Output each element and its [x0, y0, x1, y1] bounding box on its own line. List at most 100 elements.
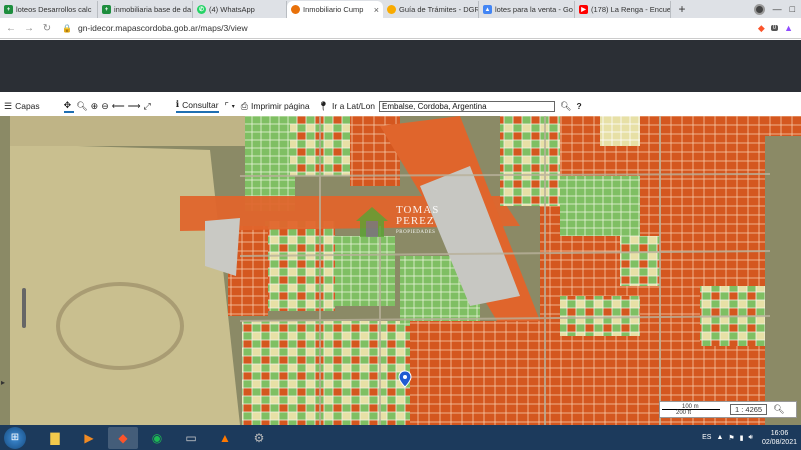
- scanner-icon[interactable]: ▭: [176, 427, 206, 449]
- site-icon: [291, 5, 300, 14]
- tab-title: Guía de Trámites - DGR: [399, 5, 479, 14]
- tab-inmobiliaria[interactable]: + inmobiliaria base de da: [98, 1, 193, 18]
- zoom-slider[interactable]: [22, 288, 26, 328]
- capas-button[interactable]: ☰ Capas: [4, 101, 40, 112]
- next-extent-tool[interactable]: ⟶: [128, 101, 144, 112]
- file-explorer-icon[interactable]: ▇: [40, 427, 70, 449]
- expand-icon: ⤢: [143, 100, 151, 111]
- system-tray: ES ▲ ⚑ ▮ 🔊︎ 16:06 02/08/2021: [702, 425, 797, 450]
- print-icon: ⎙: [240, 100, 248, 111]
- new-tab-button[interactable]: +: [675, 2, 689, 16]
- move-icon: ✥: [63, 99, 72, 110]
- panel-expand-icon[interactable]: ▸: [1, 378, 5, 387]
- extensions: ◆ 0 ▲: [758, 23, 793, 34]
- tray-arrow-icon[interactable]: ▲: [716, 434, 723, 441]
- volume-icon[interactable]: 🔊︎: [749, 434, 753, 442]
- tab-inmobiliario[interactable]: Inmobiliario Cump ×: [287, 1, 383, 18]
- chevron-down-icon: ▾: [231, 103, 235, 110]
- windows-taskbar: ⊞ ▇ ▶ ◆ ◉ ▭ ▲ ⚙ ES ▲ ⚑ ▮ 🔊︎ 16:06 02/08/…: [0, 425, 801, 450]
- rewards-icon[interactable]: ▲: [784, 23, 793, 33]
- youtube-icon: ▶: [579, 5, 588, 14]
- settings-icon[interactable]: ⚙: [244, 427, 274, 449]
- window-controls: — □: [753, 0, 801, 18]
- zoom-in-icon: ⊕: [90, 100, 99, 111]
- maximize-icon[interactable]: □: [790, 4, 795, 14]
- address-bar-row: ← → ↻ 🔒 gn-idecor.mapascordoba.gob.ar/ma…: [0, 18, 801, 39]
- close-tab-icon[interactable]: ×: [371, 5, 379, 15]
- tab-loteos[interactable]: + loteos Desarrollos calc: [0, 1, 98, 18]
- info-icon: ℹ: [175, 99, 180, 109]
- extension-badge: 0: [770, 25, 779, 31]
- zoom-tool[interactable]: 🔍︎: [76, 101, 90, 112]
- tab-title: lotes para la venta - Go: [495, 5, 573, 14]
- url-text: gn-idecor.mapascordoba.gob.ar/maps/3/vie…: [77, 23, 248, 33]
- house-logo-icon: [356, 207, 388, 237]
- url-field[interactable]: 🔒 gn-idecor.mapascordoba.gob.ar/maps/3/v…: [62, 21, 758, 36]
- forward-icon[interactable]: →: [22, 23, 36, 34]
- capas-label: Capas: [15, 101, 40, 111]
- avast-icon[interactable]: ▲: [210, 427, 240, 449]
- scale-bar: 100 m 200 ft: [662, 404, 722, 416]
- latlon-label: Ir a Lat/Lon: [332, 101, 376, 111]
- site-icon: [387, 5, 396, 14]
- tab-guia-tramites[interactable]: Guía de Trámites - DGR: [383, 1, 479, 18]
- help-button[interactable]: ?: [576, 101, 581, 111]
- latlon-button[interactable]: 📍︎ Ir a Lat/Lon: [318, 101, 375, 112]
- previous-extent-tool[interactable]: ⟵: [112, 101, 128, 112]
- map-imagery: [0, 116, 801, 425]
- tab-lotes-venta[interactable]: ▲ lotes para la venta - Go: [479, 1, 575, 18]
- zoom-out-tool[interactable]: ⊖: [101, 101, 112, 112]
- browser-tab-bar: + loteos Desarrollos calc + inmobiliaria…: [0, 0, 801, 18]
- profile-icon[interactable]: [753, 3, 765, 15]
- search-icon[interactable]: 🔍︎: [773, 404, 784, 415]
- pan-tool[interactable]: ✥: [63, 99, 75, 113]
- location-pin-icon: 📍︎: [317, 100, 330, 111]
- tab-title: (4) WhatsApp: [209, 5, 255, 14]
- clock[interactable]: 16:06 02/08/2021: [762, 429, 797, 447]
- search-icon: 🔍︎: [560, 100, 572, 111]
- brave-shield-icon[interactable]: ◆: [758, 23, 765, 34]
- scale-widget: 100 m 200 ft 1 : 4265 🔍︎: [659, 401, 797, 418]
- brave-browser-icon[interactable]: ◆: [108, 426, 138, 449]
- watermark-line2: PEREZ: [396, 214, 435, 227]
- location-search-input[interactable]: Embalse, Cordoba, Argentina: [379, 100, 556, 112]
- search-button[interactable]: 🔍︎: [560, 101, 574, 112]
- scale-ratio-input[interactable]: 1 : 4265: [730, 404, 768, 415]
- start-button[interactable]: ⊞: [4, 426, 26, 449]
- tab-title: Inmobiliario Cump: [303, 5, 364, 14]
- watermark-line1: TOMAS: [396, 203, 440, 216]
- print-label: Imprimir página: [251, 101, 310, 111]
- map-canvas[interactable]: ▸ TOMAS PEREZ PROPIEDADES: [0, 116, 801, 425]
- select-region-icon: ⌜: [224, 100, 229, 111]
- sheets-icon: +: [4, 5, 13, 14]
- network-icon[interactable]: ▮: [740, 434, 744, 442]
- map-toolbar: ☰ Capas ✥ 🔍︎ ⊕ ⊖ ⟵ ⟶ ⤢ ℹ Consultar ⌜ ▾ ⎙…: [0, 96, 801, 116]
- zoom-in-tool[interactable]: ⊕: [91, 101, 102, 112]
- drive-icon: ▲: [483, 5, 492, 14]
- spotify-icon[interactable]: ◉: [142, 427, 172, 449]
- lock-icon[interactable]: 🔒: [62, 24, 72, 33]
- tab-title: inmobiliaria base de da: [114, 5, 192, 14]
- reload-icon[interactable]: ↻: [40, 23, 54, 34]
- sheets-icon: +: [102, 5, 111, 14]
- tab-title: loteos Desarrollos calc: [16, 5, 92, 14]
- minimize-icon[interactable]: —: [773, 4, 782, 14]
- clock-time: 16:06: [770, 429, 789, 437]
- tab-youtube[interactable]: ▶ (178) La Renga - Encue: [575, 1, 671, 18]
- whatsapp-icon: ✆: [197, 5, 206, 14]
- zoom-out-icon: ⊖: [101, 100, 109, 111]
- arrow-left-icon: ⟵: [111, 100, 125, 111]
- site-header-banner: [0, 40, 801, 92]
- search-icon: 🔍︎: [76, 100, 88, 111]
- full-extent-tool[interactable]: ⤢: [144, 101, 154, 112]
- menu-icon: ☰: [4, 100, 13, 111]
- tab-whatsapp[interactable]: ✆ (4) WhatsApp: [193, 1, 287, 18]
- clock-date: 02/08/2021: [761, 438, 797, 446]
- back-icon[interactable]: ←: [4, 23, 18, 34]
- select-tool[interactable]: ⌜ ▾: [225, 101, 235, 112]
- language-indicator[interactable]: ES: [702, 434, 711, 441]
- flag-icon[interactable]: ⚑: [728, 434, 734, 442]
- print-button[interactable]: ⎙ Imprimir página: [241, 101, 310, 112]
- consultar-tool[interactable]: ℹ Consultar: [175, 99, 219, 113]
- media-player-icon[interactable]: ▶: [74, 427, 104, 449]
